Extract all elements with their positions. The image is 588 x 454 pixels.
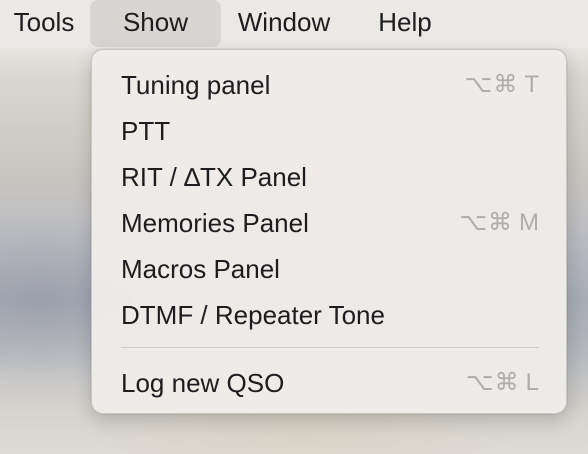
show-dropdown-menu: Tuning panel ⌥⌘ T PTT RIT / ∆TX Panel Mem… (91, 49, 567, 414)
menu-bar: Tools Show Window Help (0, 0, 588, 48)
menubar-item-label: Window (237, 7, 331, 37)
shortcut-key: T (524, 71, 540, 98)
menu-item-macros-panel[interactable]: Macros Panel (92, 246, 566, 292)
menu-item-label: Macros Panel (121, 254, 280, 284)
shortcut-key: L (525, 369, 540, 396)
menu-item-dtmf-repeater-tone[interactable]: DTMF / Repeater Tone (92, 292, 566, 338)
menubar-item-tools[interactable]: Tools (0, 0, 88, 47)
menubar-item-label: Help (378, 7, 432, 37)
menu-item-label: RIT / ∆TX Panel (121, 162, 307, 192)
menubar-item-label: Tools (13, 7, 75, 37)
menu-separator (121, 347, 539, 348)
shortcut-option-command-m: ⌥⌘ M (459, 200, 540, 246)
menu-item-ptt[interactable]: PTT (92, 108, 566, 154)
menu-item-label: DTMF / Repeater Tone (121, 300, 385, 330)
menubar-item-window[interactable]: Window (226, 0, 342, 47)
menu-item-label: Tuning panel (121, 70, 271, 100)
menu-item-memories-panel[interactable]: Memories Panel ⌥⌘ M (92, 200, 566, 246)
shortcut-modifier-icons: ⌥⌘ (464, 71, 519, 98)
menu-item-label: Log new QSO (121, 368, 285, 398)
shortcut-option-command-t: ⌥⌘ T (465, 62, 540, 108)
menu-item-label: Memories Panel (121, 208, 309, 238)
menu-item-label: PTT (121, 116, 171, 146)
menu-item-tuning-panel[interactable]: Tuning panel ⌥⌘ T (92, 62, 566, 108)
shortcut-option-command-l: ⌥⌘ L (466, 360, 540, 406)
menu-item-log-new-qso[interactable]: Log new QSO ⌥⌘ L (92, 360, 566, 406)
shortcut-modifier-icons: ⌥⌘ (465, 369, 520, 396)
menubar-item-show[interactable]: Show (90, 0, 221, 47)
menubar-item-label: Show (122, 7, 189, 37)
shortcut-modifier-icons: ⌥⌘ (459, 209, 513, 236)
menubar-item-help[interactable]: Help (366, 0, 444, 47)
menu-item-rit-delta-tx-panel[interactable]: RIT / ∆TX Panel (92, 154, 566, 200)
shortcut-key: M (519, 209, 540, 236)
